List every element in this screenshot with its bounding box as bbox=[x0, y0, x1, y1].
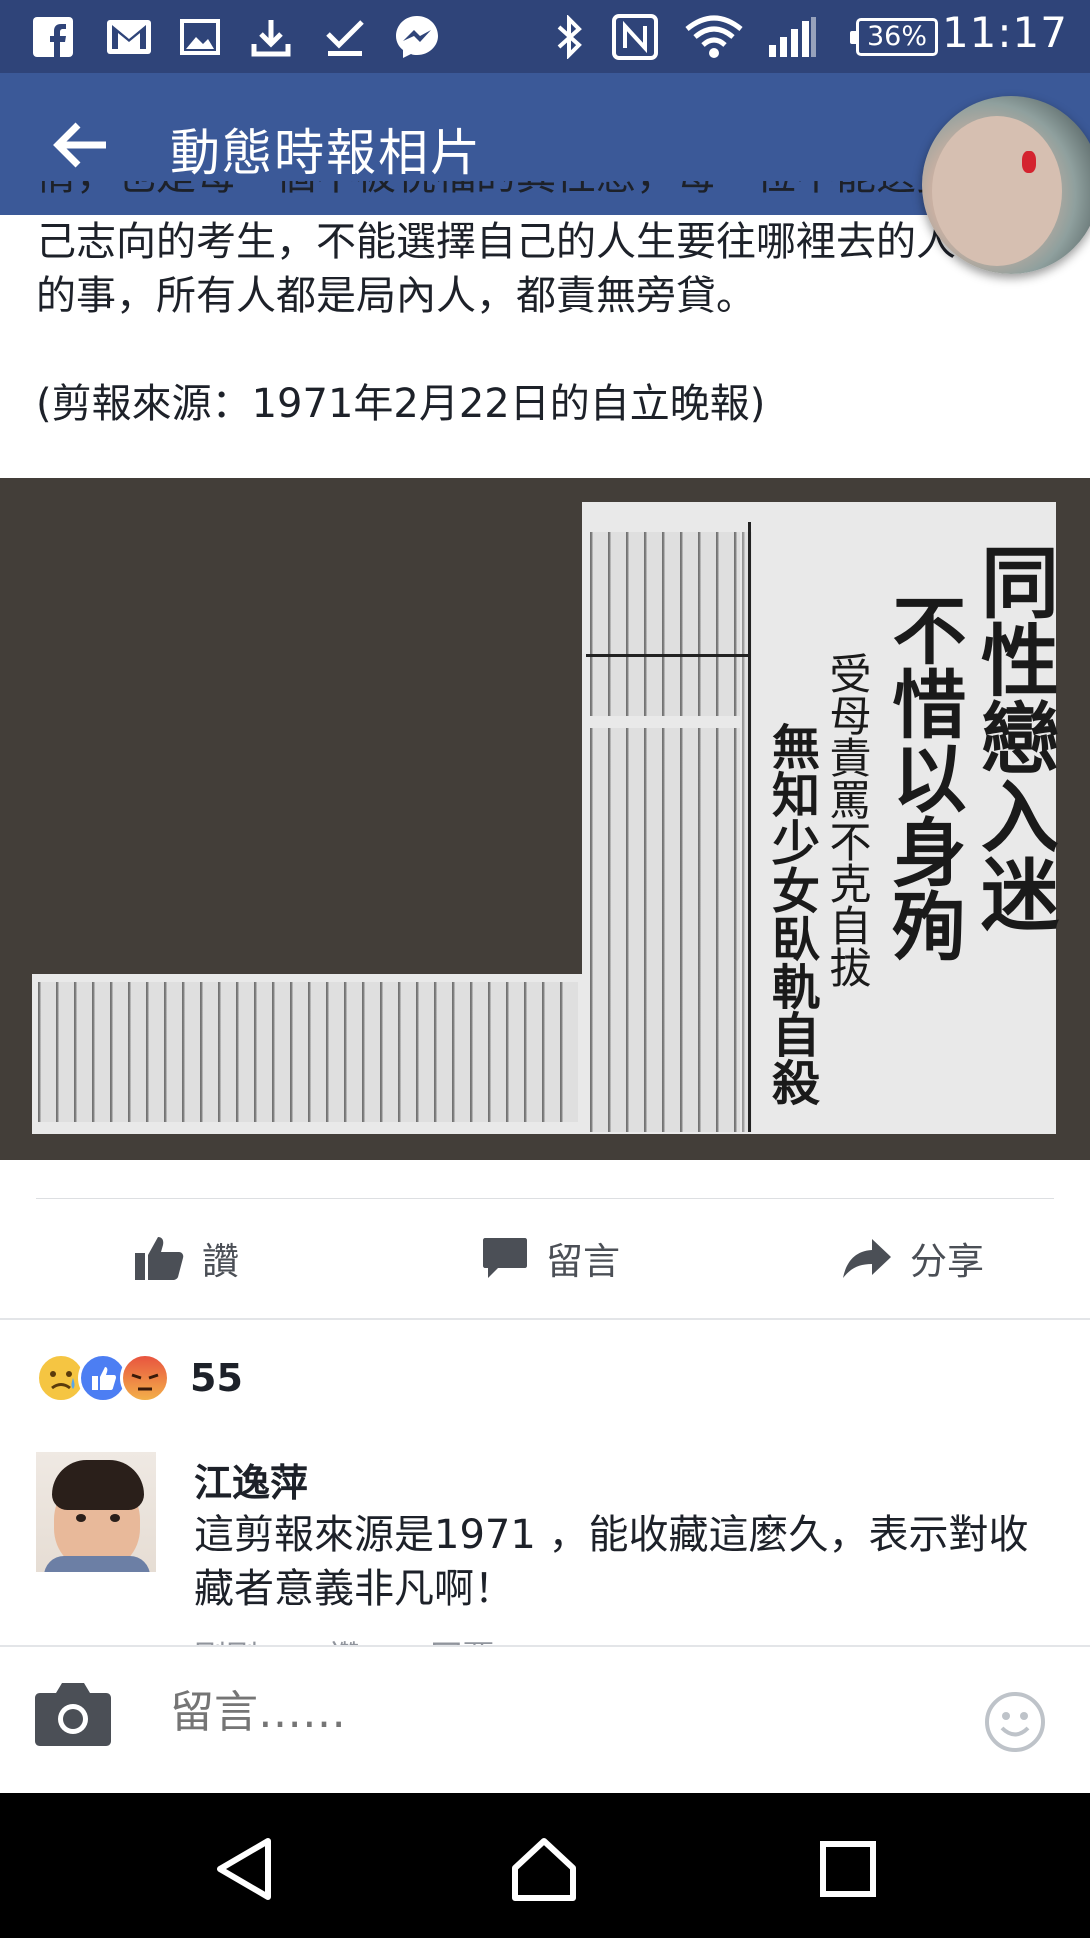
nfc-icon bbox=[610, 14, 660, 60]
battery-indicator: 36% bbox=[850, 18, 938, 56]
post-source: (剪報來源：1971年2月22日的自立晚報) bbox=[36, 381, 766, 427]
home-icon bbox=[512, 1838, 576, 1901]
angry-reaction-icon bbox=[120, 1353, 170, 1403]
comment-text: 這剪報來源是1971 ，能收藏這麼久，表示對收藏者意義非凡啊！ bbox=[194, 1512, 1029, 1612]
gmail-icon bbox=[104, 14, 154, 60]
comment-composer bbox=[0, 1645, 1090, 1793]
back-button[interactable] bbox=[40, 105, 120, 185]
like-label: 讚 bbox=[202, 1240, 239, 1283]
square-recents-icon bbox=[820, 1841, 876, 1897]
comment-author[interactable]: 江逸萍 bbox=[194, 1452, 308, 1507]
camera-icon[interactable] bbox=[34, 1681, 112, 1747]
bluetooth-icon bbox=[550, 14, 590, 60]
comment-button[interactable]: 留言 bbox=[482, 1230, 620, 1286]
clipping-body-text bbox=[38, 982, 578, 1122]
post-photo[interactable]: 同性戀入迷 不惜以身殉 受母責罵不克自拔 無知少女臥軌自殺 bbox=[0, 478, 1090, 1160]
reaction-summary[interactable]: 55 bbox=[36, 1352, 243, 1404]
headline-2: 不惜以身殉 bbox=[880, 592, 966, 962]
triangle-back-icon bbox=[217, 1838, 271, 1900]
gallery-icon bbox=[178, 14, 222, 60]
page-title: 動態時報相片 bbox=[170, 124, 482, 182]
emoji-icon[interactable] bbox=[984, 1691, 1046, 1753]
comment-label: 留言 bbox=[546, 1240, 620, 1283]
clock: 11:17 bbox=[941, 8, 1068, 57]
comment-input[interactable] bbox=[170, 1687, 970, 1738]
reaction-count: 55 bbox=[190, 1356, 243, 1400]
chat-head-bubble[interactable] bbox=[922, 96, 1090, 274]
download-icon bbox=[248, 14, 294, 60]
post-line: 己志向的考生，不能選擇自己的人生要往哪裡去的人 bbox=[36, 219, 956, 265]
back-nav-button[interactable] bbox=[204, 1829, 284, 1909]
share-arrow-icon bbox=[843, 1239, 891, 1278]
divider bbox=[0, 1318, 1090, 1320]
arrow-left-icon bbox=[53, 122, 106, 168]
home-nav-button[interactable] bbox=[504, 1829, 584, 1909]
clipping-continuation bbox=[32, 974, 582, 1134]
clipping-body-text bbox=[590, 728, 740, 1132]
divider bbox=[36, 1198, 1054, 1199]
headline-3: 無知少女臥軌自殺 bbox=[763, 722, 819, 1106]
recents-nav-button[interactable] bbox=[808, 1829, 888, 1909]
share-button[interactable]: 分享 bbox=[842, 1230, 984, 1286]
post-line bbox=[36, 323, 1076, 377]
thumbs-up-icon bbox=[135, 1237, 184, 1280]
post-text: 情，也是每一個不被祝福的異性戀，每一位不能選擇自 己志向的考生，不能選擇自己的人… bbox=[36, 181, 1076, 431]
system-nav-bar bbox=[0, 1793, 1090, 1938]
messenger-icon bbox=[392, 14, 442, 60]
avatar[interactable] bbox=[36, 1452, 156, 1572]
comment-bubble-icon bbox=[483, 1238, 527, 1278]
facebook-icon bbox=[30, 14, 76, 60]
status-bar: 36% 11:17 bbox=[0, 0, 1090, 73]
signal-icon bbox=[766, 14, 818, 60]
post-text-clipped-line: 情，也是每一個不被祝福的異性戀，每一位不能選擇自 bbox=[36, 181, 1036, 203]
wifi-icon bbox=[684, 14, 744, 60]
post-line: 的事，所有人都是局內人，都責無旁貸。 bbox=[36, 273, 756, 319]
clipping-body-text bbox=[590, 532, 740, 716]
check-icon bbox=[322, 14, 368, 60]
sub-headline: 受母責罵不克自拔 bbox=[823, 652, 872, 988]
clipping-main: 同性戀入迷 不惜以身殉 受母責罵不克自拔 無知少女臥軌自殺 bbox=[582, 502, 1059, 1134]
like-button[interactable]: 讚 bbox=[134, 1230, 239, 1286]
share-label: 分享 bbox=[910, 1240, 984, 1283]
headline-1: 同性戀入迷 bbox=[968, 542, 1059, 932]
post-actions: 讚 留言 分享 bbox=[0, 1200, 1090, 1318]
